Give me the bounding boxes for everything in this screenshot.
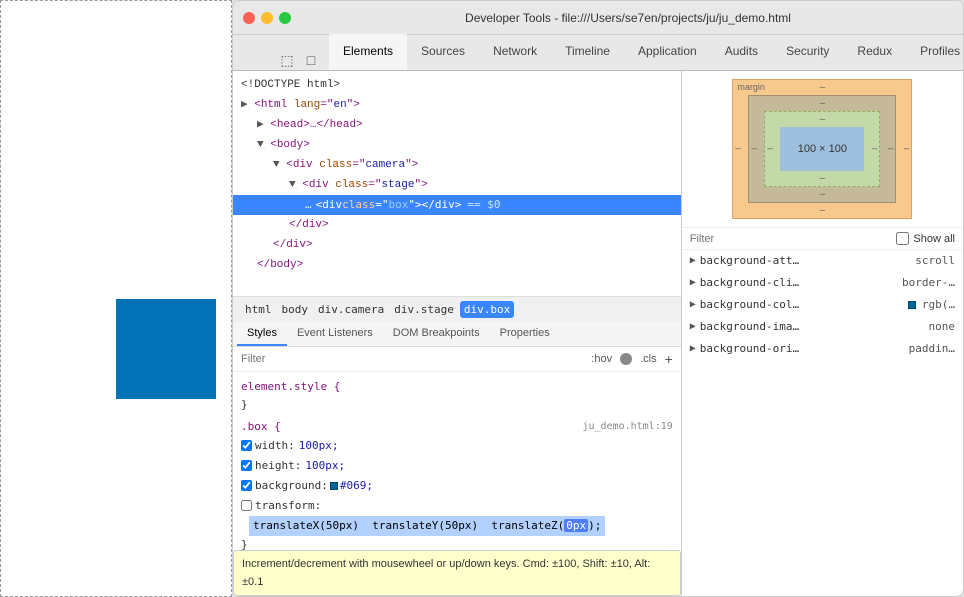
tab-styles[interactable]: Styles xyxy=(237,322,287,346)
dom-line-close-div2: </div> xyxy=(233,235,681,255)
hov-button[interactable]: :hov xyxy=(587,352,616,366)
window-title: Developer Tools - file:///Users/se7en/pr… xyxy=(303,11,953,25)
tab-application[interactable]: Application xyxy=(624,34,711,70)
computed-val: scroll xyxy=(915,252,955,270)
box-model: margin – – – – border – – – – xyxy=(732,79,912,219)
filter-input[interactable] xyxy=(241,353,581,365)
devtools-window: Developer Tools - file:///Users/se7en/pr… xyxy=(232,0,964,597)
maximize-button[interactable] xyxy=(279,12,291,24)
computed-filter-input[interactable] xyxy=(690,233,891,245)
computed-item[interactable]: ▶ background-ori… paddin… xyxy=(682,338,963,360)
dom-line-close-body: </body> xyxy=(233,255,681,275)
width-checkbox[interactable] xyxy=(241,440,252,451)
dom-line-stage[interactable]: ▼ <div class="stage"> xyxy=(233,175,681,195)
cls-button[interactable]: .cls xyxy=(636,352,661,366)
computed-val: paddin… xyxy=(909,340,955,358)
computed-prop: background-col… xyxy=(700,296,904,314)
elements-panel: <!DOCTYPE html> ▶ <html lang="en"> ▶ <he… xyxy=(233,71,682,596)
tab-timeline[interactable]: Timeline xyxy=(551,34,624,70)
height-checkbox[interactable] xyxy=(241,460,252,471)
tab-security[interactable]: Security xyxy=(772,34,843,70)
tab-event-listeners[interactable]: Event Listeners xyxy=(287,322,383,346)
traffic-lights xyxy=(243,12,291,24)
transform-value-line: translateX(50px) translateY(50px) transl… xyxy=(249,516,673,536)
color-swatch xyxy=(908,301,916,309)
computed-item[interactable]: ▶ background-col… rgb(… xyxy=(682,294,963,316)
styles-subtabs: Styles Event Listeners DOM Breakpoints P… xyxy=(233,322,681,347)
breadcrumb-body[interactable]: body xyxy=(278,301,313,318)
show-all-label[interactable]: Show all xyxy=(896,232,955,245)
tooltip: Increment/decrement with mousewheel or u… xyxy=(233,550,681,596)
dom-line-box[interactable]: … <div class="box"></div> == $0 xyxy=(233,195,681,215)
background-checkbox[interactable] xyxy=(241,480,252,491)
cursor-icon[interactable]: ⬚ xyxy=(277,50,297,70)
breadcrumb: html body div.camera div.stage div.box xyxy=(233,296,681,322)
computed-prop: background-att… xyxy=(700,252,911,270)
dom-line-camera[interactable]: ▼ <div class="camera"> xyxy=(233,155,681,175)
tab-network[interactable]: Network xyxy=(479,34,551,70)
expand-icon: ▶ xyxy=(690,274,696,292)
tab-redux[interactable]: Redux xyxy=(843,34,906,70)
tab-dom-breakpoints[interactable]: DOM Breakpoints xyxy=(383,322,490,346)
dom-line-body[interactable]: ▼ <body> xyxy=(233,135,681,155)
tab-sources[interactable]: Sources xyxy=(407,34,479,70)
tab-audits[interactable]: Audits xyxy=(711,34,772,70)
expand-icon: ▶ xyxy=(690,296,696,314)
computed-item[interactable]: ▶ background-att… scroll xyxy=(682,250,963,272)
tab-elements[interactable]: Elements xyxy=(329,34,407,70)
expand-icon: ▶ xyxy=(690,318,696,336)
dom-tree: <!DOCTYPE html> ▶ <html lang="en"> ▶ <he… xyxy=(233,71,681,296)
breadcrumb-html[interactable]: html xyxy=(241,301,276,318)
tab-profiles[interactable]: Profiles xyxy=(906,34,964,70)
title-bar: Developer Tools - file:///Users/se7en/pr… xyxy=(233,1,963,35)
element-style-rule: element.style { } xyxy=(233,376,681,416)
styles-panel: element.style { } ju_demo.html:19 .box {… xyxy=(233,372,681,597)
computed-filter: Show all xyxy=(682,228,963,250)
transform-checkbox[interactable] xyxy=(241,500,252,511)
computed-val: rgb(… xyxy=(922,296,955,314)
dot-icon xyxy=(620,353,632,365)
dom-line-html[interactable]: ▶ <html lang="en"> xyxy=(233,95,681,115)
box-rule: ju_demo.html:19 .box { width: 100px; hei… xyxy=(233,416,681,556)
preview-area xyxy=(0,0,232,597)
computed-val: border-… xyxy=(902,274,955,292)
expand-icon: ▶ xyxy=(690,252,696,270)
content-size: 100 × 100 xyxy=(798,143,847,155)
box-model-container: margin – – – – border – – – – xyxy=(682,71,963,228)
dom-line-head[interactable]: ▶ <head>…</head> xyxy=(233,115,681,135)
main-content: <!DOCTYPE html> ▶ <html lang="en"> ▶ <he… xyxy=(233,71,963,596)
computed-item[interactable]: ▶ background-ima… none xyxy=(682,316,963,338)
computed-val: none xyxy=(929,318,956,336)
computed-list: ▶ background-att… scroll ▶ background-cl… xyxy=(682,250,963,596)
right-panel: margin – – – – border – – – – xyxy=(682,71,963,596)
inspect-icon[interactable]: □ xyxy=(301,50,321,70)
filter-bar: :hov .cls + xyxy=(233,347,681,372)
tab-properties[interactable]: Properties xyxy=(490,322,560,346)
add-style-button[interactable]: + xyxy=(665,351,673,367)
margin-label: margin xyxy=(737,82,765,92)
dom-line-doctype: <!DOCTYPE html> xyxy=(233,75,681,95)
preview-box xyxy=(116,299,216,399)
breadcrumb-box[interactable]: div.box xyxy=(460,301,514,318)
filter-buttons: :hov .cls + xyxy=(587,351,672,367)
content-box: 100 × 100 xyxy=(780,127,864,171)
source-link[interactable]: ju_demo.html:19 xyxy=(582,418,672,436)
close-button[interactable] xyxy=(243,12,255,24)
computed-prop: background-ima… xyxy=(700,318,925,336)
breadcrumb-stage[interactable]: div.stage xyxy=(390,301,458,318)
color-swatch[interactable] xyxy=(330,482,338,490)
breadcrumb-camera[interactable]: div.camera xyxy=(314,301,388,318)
translatez-value[interactable]: 0px xyxy=(564,519,588,532)
computed-prop: background-ori… xyxy=(700,340,905,358)
tabs-bar: ⬚ □ Elements Sources Network Timeline Ap… xyxy=(233,35,963,71)
minimize-button[interactable] xyxy=(261,12,273,24)
show-all-checkbox[interactable] xyxy=(896,232,909,245)
expand-icon: ▶ xyxy=(690,340,696,358)
dom-line-close-div1: </div> xyxy=(233,215,681,235)
computed-item[interactable]: ▶ background-cli… border-… xyxy=(682,272,963,294)
computed-prop: background-cli… xyxy=(700,274,898,292)
